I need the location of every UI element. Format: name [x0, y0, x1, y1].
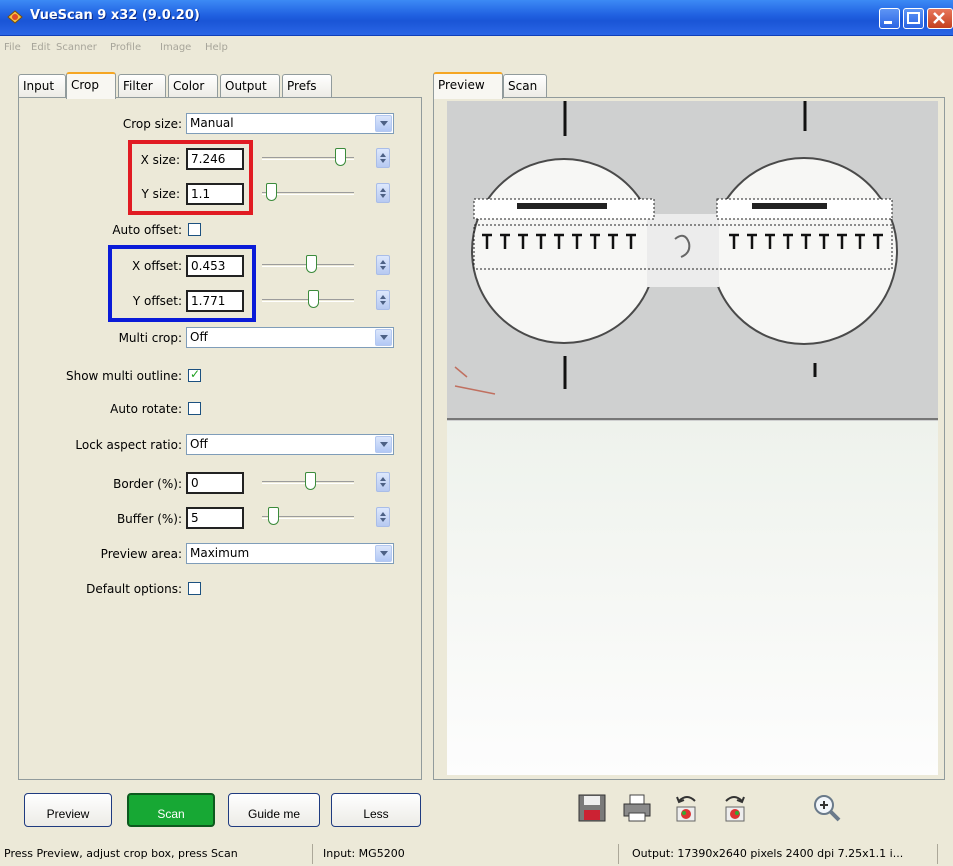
- status-bar: Press Preview, adjust crop box, press Sc…: [0, 842, 953, 866]
- auto-offset-label: Auto offset:: [112, 223, 182, 237]
- y-size-label: Y size:: [141, 187, 180, 201]
- show-multi-outline-checkbox[interactable]: [188, 367, 201, 382]
- guide-me-button[interactable]: Guide me: [228, 793, 320, 827]
- x-size-input[interactable]: 7.246: [186, 148, 244, 170]
- y-size-slider-thumb[interactable]: [266, 183, 277, 201]
- x-offset-spinner[interactable]: [376, 255, 390, 275]
- tab-scan[interactable]: Scan: [503, 74, 547, 98]
- maximize-icon: [907, 12, 920, 24]
- auto-offset-checkbox[interactable]: [188, 223, 201, 236]
- lock-aspect-ratio-value: Off: [190, 437, 208, 451]
- crop-size-value: Manual: [190, 116, 234, 130]
- rotate-left-icon[interactable]: [671, 793, 701, 823]
- tab-input[interactable]: Input: [18, 74, 66, 98]
- status-output: Output: 17390x2640 pixels 2400 dpi 7.25x…: [632, 847, 904, 860]
- minimize-button[interactable]: [879, 8, 900, 29]
- less-button[interactable]: Less: [331, 793, 421, 827]
- scan-button[interactable]: Scan: [127, 793, 215, 827]
- close-button[interactable]: [927, 8, 953, 29]
- menu-image[interactable]: Image: [160, 42, 191, 53]
- save-icon[interactable]: [577, 793, 607, 823]
- border-input[interactable]: 0: [186, 472, 244, 494]
- status-divider: [618, 844, 619, 864]
- buffer-input[interactable]: 5: [186, 507, 244, 529]
- tab-color[interactable]: Color: [168, 74, 218, 98]
- title-bar: VueScan 9 x32 (9.0.20): [0, 0, 953, 36]
- crop-size-label: Crop size:: [122, 117, 182, 131]
- preview-image[interactable]: [447, 101, 938, 775]
- preview-button[interactable]: Preview: [24, 793, 112, 827]
- tab-prefs[interactable]: Prefs: [282, 74, 332, 98]
- menu-bar: File Edit Scanner Profile Image Help: [0, 37, 953, 61]
- tab-preview[interactable]: Preview: [433, 72, 503, 99]
- status-input: Input: MG5200: [323, 847, 405, 860]
- border-label: Border (%):: [113, 477, 182, 491]
- right-tab-strip: Preview Scan: [433, 72, 563, 99]
- auto-rotate-checkbox[interactable]: [188, 402, 201, 415]
- crop-size-select[interactable]: Manual: [186, 113, 394, 134]
- y-size-spinner[interactable]: [376, 183, 390, 203]
- menu-help[interactable]: Help: [205, 42, 228, 53]
- status-hint: Press Preview, adjust crop box, press Sc…: [4, 847, 238, 860]
- auto-rotate-label: Auto rotate:: [110, 402, 182, 416]
- chevron-down-icon: [375, 115, 392, 132]
- menu-edit[interactable]: Edit: [31, 42, 50, 53]
- left-tab-strip: Input Crop Filter Color Output Prefs: [18, 72, 338, 99]
- tab-crop[interactable]: Crop: [66, 72, 116, 99]
- lock-aspect-ratio-select[interactable]: Off: [186, 434, 394, 455]
- y-offset-label: Y offset:: [132, 294, 182, 308]
- default-options-checkbox[interactable]: [188, 582, 201, 595]
- print-icon[interactable]: [622, 793, 652, 823]
- app-icon: [7, 10, 23, 24]
- menu-profile[interactable]: Profile: [110, 42, 141, 53]
- rotate-right-icon[interactable]: [720, 793, 750, 823]
- y-offset-spinner[interactable]: [376, 290, 390, 310]
- x-size-slider-thumb[interactable]: [335, 148, 346, 166]
- lock-aspect-ratio-label: Lock aspect ratio:: [75, 438, 182, 452]
- default-options-label: Default options:: [86, 582, 182, 596]
- window-title: VueScan 9 x32 (9.0.20): [30, 8, 200, 23]
- x-offset-slider-thumb[interactable]: [306, 255, 317, 273]
- menu-scanner[interactable]: Scanner: [56, 42, 97, 53]
- y-offset-slider-thumb[interactable]: [308, 290, 319, 308]
- chevron-down-icon: [375, 436, 392, 453]
- status-divider: [937, 844, 938, 864]
- minimize-icon: [884, 21, 892, 24]
- border-spinner[interactable]: [376, 472, 390, 492]
- x-offset-input[interactable]: 0.453: [186, 255, 244, 277]
- preview-area-label: Preview area:: [100, 547, 182, 561]
- close-icon: [933, 12, 945, 24]
- menu-file[interactable]: File: [4, 42, 21, 53]
- show-multi-outline-label: Show multi outline:: [65, 369, 182, 383]
- status-divider: [312, 844, 313, 864]
- x-size-spinner[interactable]: [376, 148, 390, 168]
- multi-crop-select[interactable]: Off: [186, 327, 394, 348]
- y-offset-input[interactable]: 1.771: [186, 290, 244, 312]
- chevron-down-icon: [375, 329, 392, 346]
- x-size-label: X size:: [140, 153, 180, 167]
- multi-crop-label: Multi crop:: [118, 331, 182, 345]
- zoom-in-icon[interactable]: [812, 793, 842, 823]
- buffer-label: Buffer (%):: [116, 512, 182, 526]
- chevron-down-icon: [375, 545, 392, 562]
- preview-area-value: Maximum: [190, 546, 250, 560]
- preview-area-select[interactable]: Maximum: [186, 543, 394, 564]
- buffer-slider-thumb[interactable]: [268, 507, 279, 525]
- buffer-spinner[interactable]: [376, 507, 390, 527]
- tab-filter[interactable]: Filter: [118, 74, 166, 98]
- border-slider-thumb[interactable]: [305, 472, 316, 490]
- multi-crop-value: Off: [190, 330, 208, 344]
- x-offset-label: X offset:: [131, 259, 182, 273]
- y-size-input[interactable]: 1.1: [186, 183, 244, 205]
- maximize-button[interactable]: [903, 8, 924, 29]
- scanned-preview-graphic: [447, 101, 938, 775]
- tab-output[interactable]: Output: [220, 74, 280, 98]
